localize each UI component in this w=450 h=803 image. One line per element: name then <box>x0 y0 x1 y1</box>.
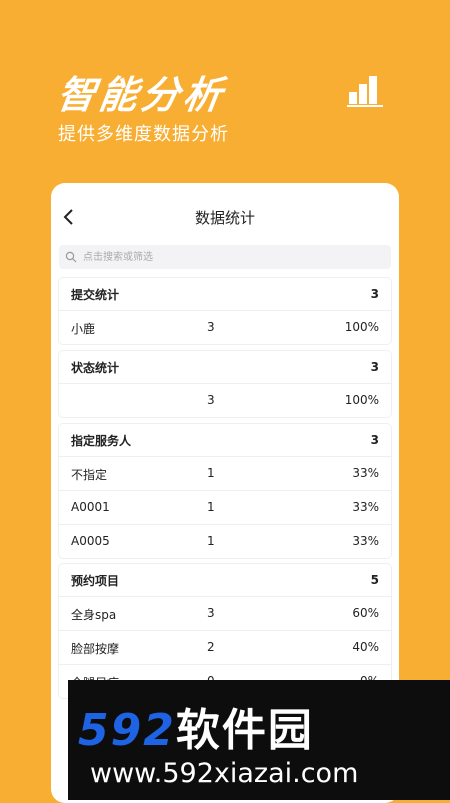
table-row: 全身spa 3 60% <box>59 596 391 630</box>
section-booking-items: 预约项目 5 全身spa 3 60% 脸部按摩 2 40% 全腿足疗 0 0% <box>59 564 391 698</box>
section-header: 预约项目 5 <box>59 564 391 596</box>
row-name: 脸部按摩 <box>71 642 120 656</box>
watermark-url: www.592xiazai.com <box>90 758 359 789</box>
table-row: 小鹿 3 100% <box>59 310 391 344</box>
table-row: 3 100% <box>59 383 391 417</box>
bar-chart-icon <box>347 76 383 107</box>
watermark-logo-text: 软件园 <box>175 705 314 756</box>
row-percent: 100% <box>344 320 379 334</box>
row-percent: 60% <box>352 606 379 620</box>
section-total: 3 <box>370 433 379 447</box>
row-count: 1 <box>207 466 215 480</box>
watermark-logo: 592软件园 <box>78 694 314 758</box>
row-name: 全身spa <box>71 608 117 622</box>
hero-subtitle: 提供多维度数据分析 <box>58 124 229 145</box>
table-row: A0005 1 33% <box>59 524 391 558</box>
section-total: 3 <box>370 360 379 374</box>
search-input[interactable] <box>81 250 365 264</box>
row-count: 3 <box>207 606 215 620</box>
row-name: 小鹿 <box>71 322 96 336</box>
row-percent: 33% <box>352 466 379 480</box>
watermark-logo-digits: 592 <box>78 705 176 756</box>
row-percent: 33% <box>352 534 379 548</box>
row-count: 3 <box>207 393 215 407</box>
search-icon <box>65 251 77 263</box>
row-name: A0005 <box>71 534 110 548</box>
row-name: A0001 <box>71 500 110 514</box>
section-assigned-staff: 指定服务人 3 不指定 1 33% A0001 1 33% A0005 1 33… <box>59 424 391 558</box>
table-row: 脸部按摩 2 40% <box>59 630 391 664</box>
row-count: 1 <box>207 500 215 514</box>
row-count: 2 <box>207 640 215 654</box>
section-status-stats: 状态统计 3 3 100% <box>59 351 391 417</box>
table-row: A0001 1 33% <box>59 490 391 524</box>
section-total: 3 <box>370 287 379 301</box>
section-header: 指定服务人 3 <box>59 424 391 456</box>
row-count: 1 <box>207 534 215 548</box>
section-title: 状态统计 <box>71 360 120 375</box>
section-header: 提交统计 3 <box>59 278 391 310</box>
row-percent: 33% <box>352 500 379 514</box>
section-header: 状态统计 3 <box>59 351 391 383</box>
row-name: 不指定 <box>71 468 108 482</box>
section-title: 提交统计 <box>71 287 120 302</box>
section-submission-stats: 提交统计 3 小鹿 3 100% <box>59 278 391 344</box>
section-total: 5 <box>370 573 379 587</box>
section-title: 预约项目 <box>71 573 120 588</box>
table-row: 不指定 1 33% <box>59 456 391 490</box>
nav-bar: 数据统计 <box>51 183 399 251</box>
page-title: 数据统计 <box>194 209 255 227</box>
row-percent: 100% <box>344 393 379 407</box>
watermark-banner: 592软件园 www.592xiazai.com <box>68 680 450 800</box>
row-percent: 40% <box>352 640 379 654</box>
row-count: 3 <box>207 320 215 334</box>
section-title: 指定服务人 <box>71 433 132 448</box>
search-bar[interactable] <box>59 245 391 269</box>
hero-title: 智能分析 <box>54 73 229 117</box>
